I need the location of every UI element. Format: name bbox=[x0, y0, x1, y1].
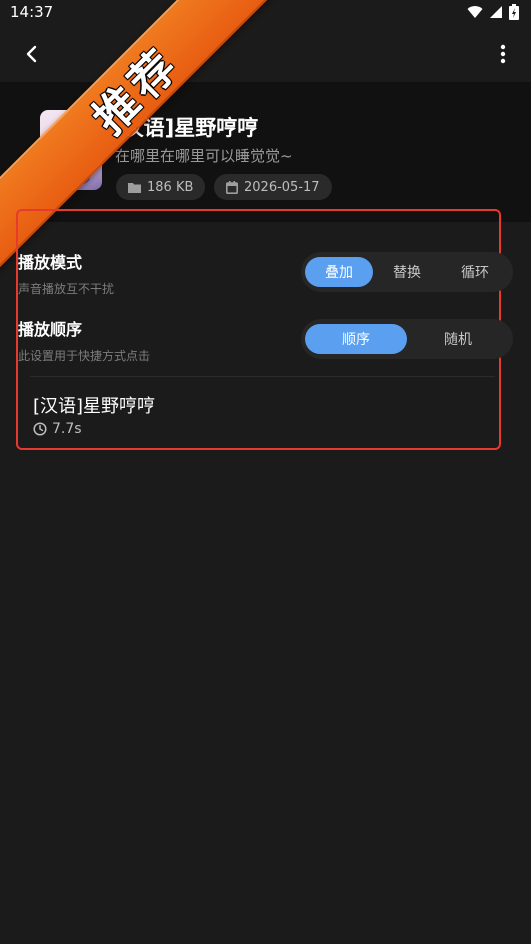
back-button[interactable] bbox=[16, 38, 48, 70]
divider bbox=[30, 376, 495, 377]
status-bar: 14:37 bbox=[0, 0, 531, 24]
play-order-selector: 顺序 随机 bbox=[301, 319, 513, 359]
status-time: 14:37 bbox=[10, 3, 54, 21]
track-duration: 7.7s bbox=[33, 421, 82, 437]
toolbar bbox=[0, 24, 531, 82]
more-options-button[interactable] bbox=[487, 38, 519, 70]
play-order-option-random[interactable]: 随机 bbox=[407, 324, 509, 354]
calendar-icon bbox=[226, 180, 238, 194]
status-icons bbox=[467, 4, 519, 20]
play-mode-option-replace[interactable]: 替换 bbox=[373, 257, 441, 287]
play-mode-hint: 声音播放互不干扰 bbox=[18, 282, 115, 296]
clock-icon bbox=[33, 422, 47, 436]
sound-subtitle: 在哪里在哪里可以睡觉觉~ bbox=[115, 147, 293, 165]
play-order-hint: 此设置用于快捷方式点击 bbox=[18, 349, 151, 363]
play-mode-option-overlay[interactable]: 叠加 bbox=[305, 257, 373, 287]
file-size-chip: 186 KB bbox=[116, 174, 206, 200]
more-vert-icon bbox=[500, 44, 506, 64]
back-arrow-icon bbox=[26, 45, 37, 63]
date-chip: 2026-05-17 bbox=[214, 174, 332, 200]
play-mode-selector: 叠加 替换 循环 bbox=[301, 252, 513, 292]
play-order-option-sequential[interactable]: 顺序 bbox=[305, 324, 407, 354]
play-order-label: 播放顺序 bbox=[18, 320, 83, 339]
battery-icon bbox=[509, 4, 519, 20]
play-mode-label: 播放模式 bbox=[18, 253, 83, 272]
play-mode-option-loop[interactable]: 循环 bbox=[441, 257, 509, 287]
date-text: 2026-05-17 bbox=[244, 179, 320, 195]
signal-icon bbox=[490, 6, 502, 18]
folder-icon bbox=[128, 182, 141, 193]
track-duration-text: 7.7s bbox=[52, 421, 82, 437]
track-title[interactable]: [汉语]星野哼哼 bbox=[33, 392, 155, 418]
file-size-text: 186 KB bbox=[147, 179, 194, 195]
wifi-icon bbox=[467, 6, 483, 19]
